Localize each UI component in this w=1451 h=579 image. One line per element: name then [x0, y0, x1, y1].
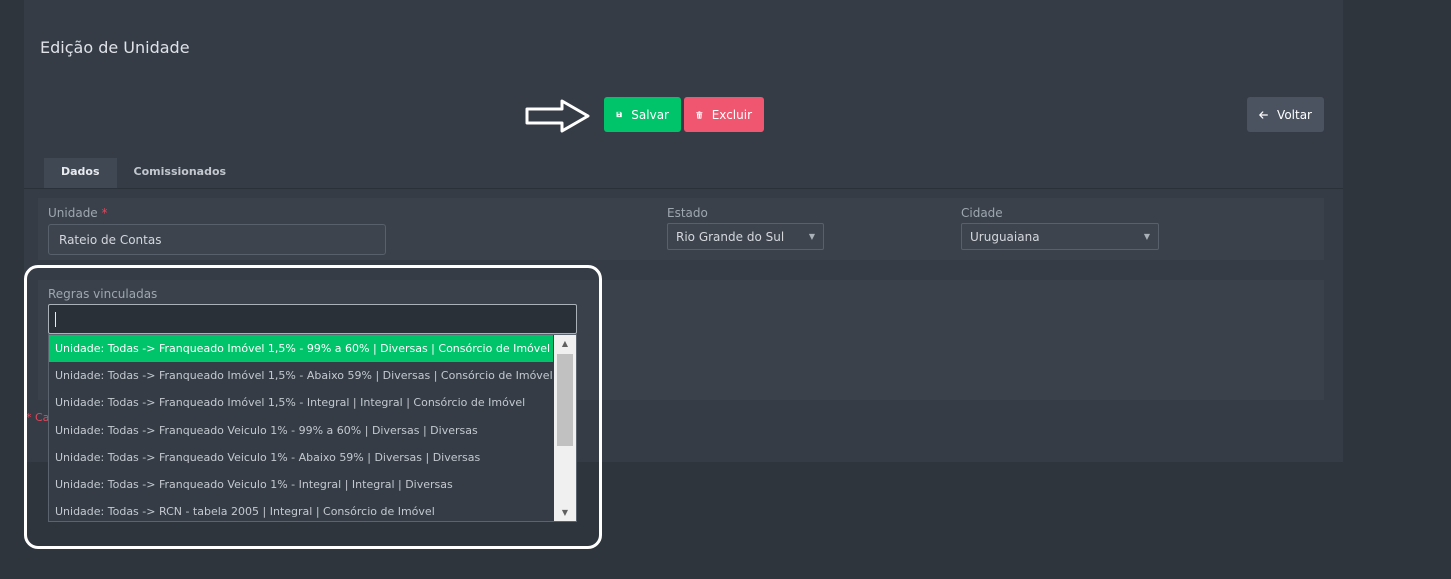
- unidade-label: Unidade *: [48, 206, 108, 220]
- back-button[interactable]: Voltar: [1247, 97, 1324, 132]
- cidade-select[interactable]: Uruguaiana ▼: [961, 223, 1159, 250]
- scroll-up-icon[interactable]: ▲: [554, 335, 576, 352]
- trash-icon: [696, 110, 703, 119]
- scrollbar-thumb[interactable]: [557, 354, 573, 446]
- dropdown-option[interactable]: Unidade: Todas -> Franqueado Imóvel 1,5%…: [49, 389, 553, 416]
- save-button[interactable]: Salvar: [604, 97, 681, 132]
- arrow-right-annotation-icon: [525, 99, 590, 133]
- save-button-label: Salvar: [631, 107, 669, 122]
- dropdown-option[interactable]: Unidade: Todas -> Franqueado Imóvel 1,5%…: [49, 362, 553, 389]
- required-fields-note: * Ca: [26, 411, 50, 424]
- page-background-strip: [1343, 0, 1451, 579]
- text-cursor: [55, 312, 56, 327]
- unidade-input[interactable]: Rateio de Contas: [48, 224, 386, 255]
- tab-divider: [24, 188, 1343, 189]
- regras-label: Regras vinculadas: [48, 287, 158, 301]
- estado-select-value: Rio Grande do Sul: [676, 229, 785, 244]
- dropdown-scrollbar[interactable]: ▲ ▼: [554, 335, 576, 521]
- unidade-input-value: Rateio de Contas: [59, 232, 162, 247]
- delete-button-label: Excluir: [711, 107, 752, 122]
- floppy-disk-icon: [616, 111, 622, 118]
- tab-bar: Dados Comissionados: [44, 158, 243, 188]
- tab-dados[interactable]: Dados: [44, 158, 117, 188]
- regras-search-input[interactable]: [48, 304, 577, 334]
- page-title: Edição de Unidade: [40, 38, 190, 57]
- caret-down-icon: ▼: [1143, 232, 1150, 241]
- arrow-left-icon: [1259, 110, 1268, 119]
- delete-button[interactable]: Excluir: [684, 97, 764, 132]
- regras-dropdown-list[interactable]: Unidade: Todas -> Franqueado Imóvel 1,5%…: [48, 334, 577, 522]
- scroll-down-icon[interactable]: ▼: [554, 504, 576, 521]
- estado-select[interactable]: Rio Grande do Sul ▼: [667, 223, 824, 250]
- cidade-select-value: Uruguaiana: [970, 229, 1040, 244]
- estado-label: Estado: [667, 206, 708, 220]
- dropdown-option[interactable]: Unidade: Todas -> RCN - tabela 2005 | In…: [49, 498, 553, 521]
- tab-comissionados[interactable]: Comissionados: [117, 158, 244, 188]
- dropdown-option[interactable]: Unidade: Todas -> Franqueado Veiculo 1% …: [49, 471, 553, 498]
- cidade-label: Cidade: [961, 206, 1003, 220]
- required-mark: *: [101, 206, 108, 220]
- dropdown-option[interactable]: Unidade: Todas -> Franqueado Veiculo 1% …: [49, 444, 553, 471]
- dropdown-option[interactable]: Unidade: Todas -> Franqueado Veiculo 1% …: [49, 417, 553, 444]
- back-button-label: Voltar: [1277, 107, 1312, 122]
- dropdown-option[interactable]: Unidade: Todas -> Franqueado Imóvel 1,5%…: [49, 335, 553, 362]
- caret-down-icon: ▼: [808, 232, 815, 241]
